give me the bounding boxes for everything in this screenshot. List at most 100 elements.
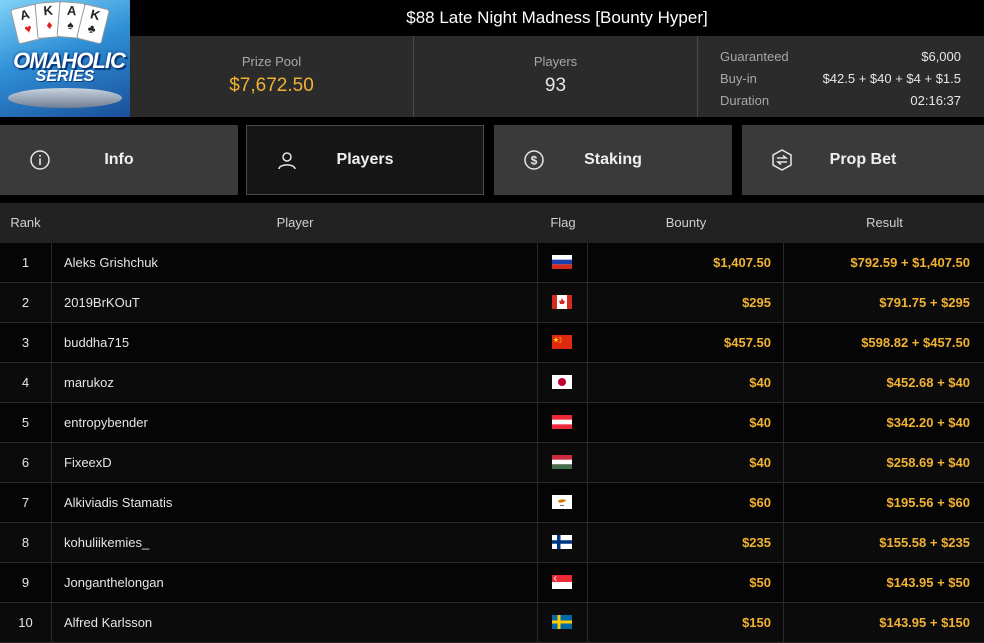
table-row[interactable]: 10 Alfred Karlsson $150 $143.95 + $150 [0, 603, 984, 643]
tab-prop-bet[interactable]: Prop Bet [742, 125, 984, 195]
player-name[interactable]: FixeexD [52, 443, 538, 482]
result-cell: $143.95 + $150 [879, 615, 970, 630]
flag-cell [539, 603, 588, 642]
prize-pool-value: $7,672.50 [229, 75, 314, 96]
flag-cell [539, 563, 588, 602]
rank-cell: 9 [0, 563, 52, 602]
guaranteed-label: Guaranteed [720, 49, 789, 64]
flag-cell [539, 523, 588, 562]
table-header: Rank Player Flag Bounty Result [0, 203, 984, 243]
header-player[interactable]: Player [52, 203, 538, 243]
table-row[interactable]: 3 buddha715 $457.50 $598.82 + $457.50 [0, 323, 984, 363]
rank-cell: 10 [0, 603, 52, 642]
bounty-cell: $1,407.50 [588, 243, 784, 282]
header-bounty[interactable]: Bounty [588, 203, 784, 243]
logo-base [8, 88, 122, 108]
header-flag[interactable]: Flag [539, 203, 587, 243]
user-icon [275, 149, 299, 173]
rank-cell: 5 [0, 403, 52, 442]
table-row[interactable]: 7 Alkiviadis Stamatis $60 $195.56 + $60 [0, 483, 984, 523]
table-row[interactable]: 9 Jonganthelongan $50 $143.95 + $50 [0, 563, 984, 603]
duration-row: Duration 02:16:37 [720, 90, 961, 112]
bounty-cell: $40 [588, 363, 784, 402]
player-name[interactable]: Alkiviadis Stamatis [52, 483, 538, 522]
flag-cell [539, 483, 588, 522]
result-cell: $452.68 + $40 [886, 375, 971, 390]
players-value: 93 [544, 75, 567, 96]
bounty-cell: $457.50 [588, 323, 784, 362]
flag-cell [539, 323, 588, 362]
tournament-title: $88 Late Night Madness [Bounty Hyper] [130, 0, 984, 36]
table-row[interactable]: 5 entropybender $40 $342.20 + $40 [0, 403, 984, 443]
players-stat: Players 93 [413, 36, 697, 117]
flag-cell [539, 283, 588, 322]
tab-label: Info [104, 151, 134, 168]
cyprus-flag-icon [552, 495, 572, 509]
china-flag-icon [552, 335, 572, 349]
rank-cell: 2 [0, 283, 52, 322]
table-row[interactable]: 6 FixeexD $40 $258.69 + $40 [0, 443, 984, 483]
canada-flag-icon [552, 295, 572, 309]
buy-in-label: Buy-in [720, 71, 757, 86]
player-name[interactable]: Jonganthelongan [52, 563, 538, 602]
rank-cell: 8 [0, 523, 52, 562]
rank-cell: 1 [0, 243, 52, 282]
player-name[interactable]: Alfred Karlsson [52, 603, 538, 642]
singapore-flag-icon [552, 575, 572, 589]
result-cell: $598.82 + $457.50 [861, 335, 970, 350]
results-table-body: 1 Aleks Grishchuk $1,407.50 $792.59 + $1,40… [0, 243, 984, 643]
logo-series-text: SERIES [35, 68, 95, 85]
tab-label: Prop Bet [829, 151, 897, 168]
series-logo: A ♥ K ♦ A ♠ K ♣ OMAHOLIC SERIES [0, 0, 130, 117]
tab-label: Players [336, 151, 394, 168]
prize-pool-stat: Prize Pool $7,672.50 [130, 36, 413, 117]
rank-cell: 3 [0, 323, 52, 362]
bounty-cell: $150 [588, 603, 784, 642]
hungary-flag-icon [552, 455, 572, 469]
table-row[interactable]: 8 kohuliikemies_ $235 $155.58 + $235 [0, 523, 984, 563]
bounty-cell: $50 [588, 563, 784, 602]
bounty-cell: $60 [588, 483, 784, 522]
result-cell: $342.20 + $40 [886, 415, 971, 430]
info-icon [28, 148, 52, 172]
tournament-details: Guaranteed $6,000 Buy-in $42.5 + $40 + $… [697, 36, 983, 117]
player-name[interactable]: buddha715 [52, 323, 538, 362]
bounty-cell: $40 [588, 443, 784, 482]
bounty-cell: $295 [588, 283, 784, 322]
player-name[interactable]: entropybender [52, 403, 538, 442]
buy-in-value: $42.5 + $40 + $4 + $1.5 [822, 71, 961, 86]
tab-staking[interactable]: $ Staking [494, 125, 732, 195]
austria-flag-icon [552, 415, 572, 429]
guaranteed-row: Guaranteed $6,000 [720, 46, 961, 68]
flag-cell [539, 243, 588, 282]
prize-pool-label: Prize Pool [241, 54, 302, 69]
player-name[interactable]: marukoz [52, 363, 538, 402]
players-label: Players [533, 54, 578, 69]
result-cell: $155.58 + $235 [879, 535, 970, 550]
table-row[interactable]: 1 Aleks Grishchuk $1,407.50 $792.59 + $1,40… [0, 243, 984, 283]
result-cell: $195.56 + $60 [886, 495, 971, 510]
player-name[interactable]: kohuliikemies_ [52, 523, 538, 562]
player-name[interactable]: 2019BrKOuT [52, 283, 538, 322]
bounty-cell: $40 [588, 403, 784, 442]
result-cell: $792.59 + $1,407.50 [850, 255, 970, 270]
table-row[interactable]: 4 marukoz $40 $452.68 + $40 [0, 363, 984, 403]
duration-value: 02:16:37 [910, 93, 961, 108]
russia-flag-icon [552, 255, 572, 269]
header-rank[interactable]: Rank [0, 203, 51, 243]
tab-bar: Info Players $ Staking Prop Bet [0, 125, 984, 195]
tab-players[interactable]: Players [246, 125, 484, 195]
flag-cell [539, 443, 588, 482]
svg-text:$: $ [531, 154, 538, 168]
table-row[interactable]: 2 2019BrKOuT $295 $791.75 + $295 [0, 283, 984, 323]
sweden-flag-icon [552, 615, 572, 629]
rank-cell: 4 [0, 363, 52, 402]
header-result[interactable]: Result [785, 203, 984, 243]
tab-info[interactable]: Info [0, 125, 238, 195]
japan-flag-icon [552, 375, 572, 389]
rank-cell: 6 [0, 443, 52, 482]
rank-cell: 7 [0, 483, 52, 522]
result-cell: $143.95 + $50 [886, 575, 971, 590]
player-name[interactable]: Aleks Grishchuk [52, 243, 538, 282]
bounty-cell: $235 [588, 523, 784, 562]
